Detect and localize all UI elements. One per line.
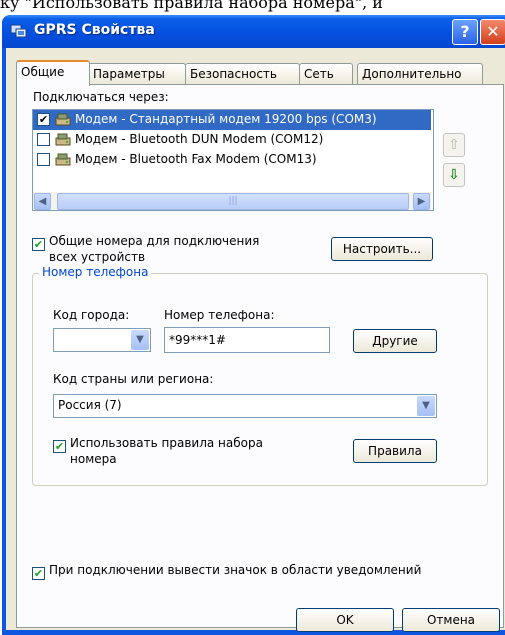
tab-strip: Общие Параметры Безопасность Сеть Дополн… <box>16 60 505 86</box>
phone-number-group: Номер телефона Код города: ▼ Номер телеф… <box>32 265 488 486</box>
chevron-down-icon[interactable]: ▼ <box>131 330 149 350</box>
general-tab-panel: Подключаться через: ✔ Модем - Стандартны… <box>16 84 504 628</box>
title-bar[interactable]: GPRS Свойства ? ✕ <box>2 15 505 48</box>
use-dialing-rules-label: Использовать правила набора <box>70 436 263 450</box>
country-combo[interactable]: Россия (7) ▼ <box>53 394 437 418</box>
tab-network[interactable]: Сеть <box>299 63 353 84</box>
help-button[interactable]: ? <box>452 19 478 45</box>
area-code-label: Код города: <box>53 308 130 322</box>
use-dialing-rules-label-2: номера <box>70 452 117 466</box>
modem-list[interactable]: ✔ Модем - Стандартный модем 19200 bps (C… <box>32 109 434 211</box>
horizontal-scrollbar[interactable]: ◀ ||| ▶ <box>33 192 431 210</box>
other-button[interactable]: Другие <box>353 329 437 353</box>
modem-icon <box>55 153 71 166</box>
modem-checkbox[interactable] <box>37 133 50 146</box>
chevron-down-icon[interactable]: ▼ <box>417 396 435 416</box>
tray-icon-checkbox[interactable]: ✔ <box>32 567 45 580</box>
move-up-button[interactable]: ⇧ <box>443 133 465 157</box>
list-item[interactable]: ✔ Модем - Стандартный модем 19200 bps (C… <box>33 110 431 130</box>
tray-icon-label: При подключении вывести значок в области… <box>49 563 422 577</box>
modem-checkbox[interactable]: ✔ <box>37 113 50 126</box>
window-title: GPRS Свойства <box>34 22 155 38</box>
country-label: Код страны или региона: <box>53 372 214 386</box>
tab-security[interactable]: Безопасность <box>185 63 300 84</box>
dialog-client-area: Общие Параметры Безопасность Сеть Дополн… <box>6 48 505 632</box>
modem-label: Модем - Стандартный модем 19200 bps (COM… <box>75 112 377 126</box>
background-document-text: ку "Использовать правила набора номера",… <box>0 0 383 12</box>
move-down-button[interactable]: ⇩ <box>443 163 465 187</box>
phone-number-label: Номер телефона: <box>164 308 275 322</box>
modem-checkbox[interactable] <box>37 153 50 166</box>
area-code-combo[interactable]: ▼ <box>53 328 151 352</box>
configure-button[interactable]: Настроить... <box>331 237 433 261</box>
rules-button[interactable]: Правила <box>353 439 437 463</box>
tab-options[interactable]: Параметры <box>88 63 186 84</box>
shared-numbers-checkbox[interactable]: ✔ <box>32 238 45 251</box>
tab-general[interactable]: Общие <box>16 60 90 86</box>
phone-group-title: Номер телефона <box>39 265 152 279</box>
scroll-right-icon[interactable]: ▶ <box>413 193 430 210</box>
properties-window: GPRS Свойства ? ✕ Общие Параметры Безопа… <box>2 15 505 635</box>
use-dialing-rules-checkbox[interactable]: ✔ <box>53 440 66 453</box>
modem-icon <box>55 113 71 126</box>
country-value: Россия (7) <box>58 398 122 412</box>
close-button[interactable]: ✕ <box>480 19 505 45</box>
list-item[interactable]: Модем - Bluetooth DUN Modem (COM12) <box>33 130 431 150</box>
shared-numbers-label-2: всех устройств <box>49 250 146 264</box>
network-connection-icon <box>10 24 27 38</box>
cancel-button[interactable]: Отмена <box>402 608 500 632</box>
scroll-thumb[interactable]: ||| <box>57 193 409 210</box>
modem-label: Модем - Bluetooth DUN Modem (COM12) <box>75 132 324 146</box>
scroll-left-icon[interactable]: ◀ <box>34 193 51 210</box>
connect-using-label: Подключаться через: <box>33 90 169 104</box>
modem-label: Модем - Bluetooth Fax Modem (COM13) <box>75 152 317 166</box>
modem-icon <box>55 133 71 146</box>
tab-advanced[interactable]: Дополнительно <box>357 63 483 84</box>
phone-number-field[interactable]: *99***1# <box>164 327 330 353</box>
shared-numbers-label: Общие номера для подключения <box>49 234 260 248</box>
ok-button[interactable]: OK <box>296 608 394 632</box>
list-item[interactable]: Модем - Bluetooth Fax Modem (COM13) <box>33 150 431 170</box>
